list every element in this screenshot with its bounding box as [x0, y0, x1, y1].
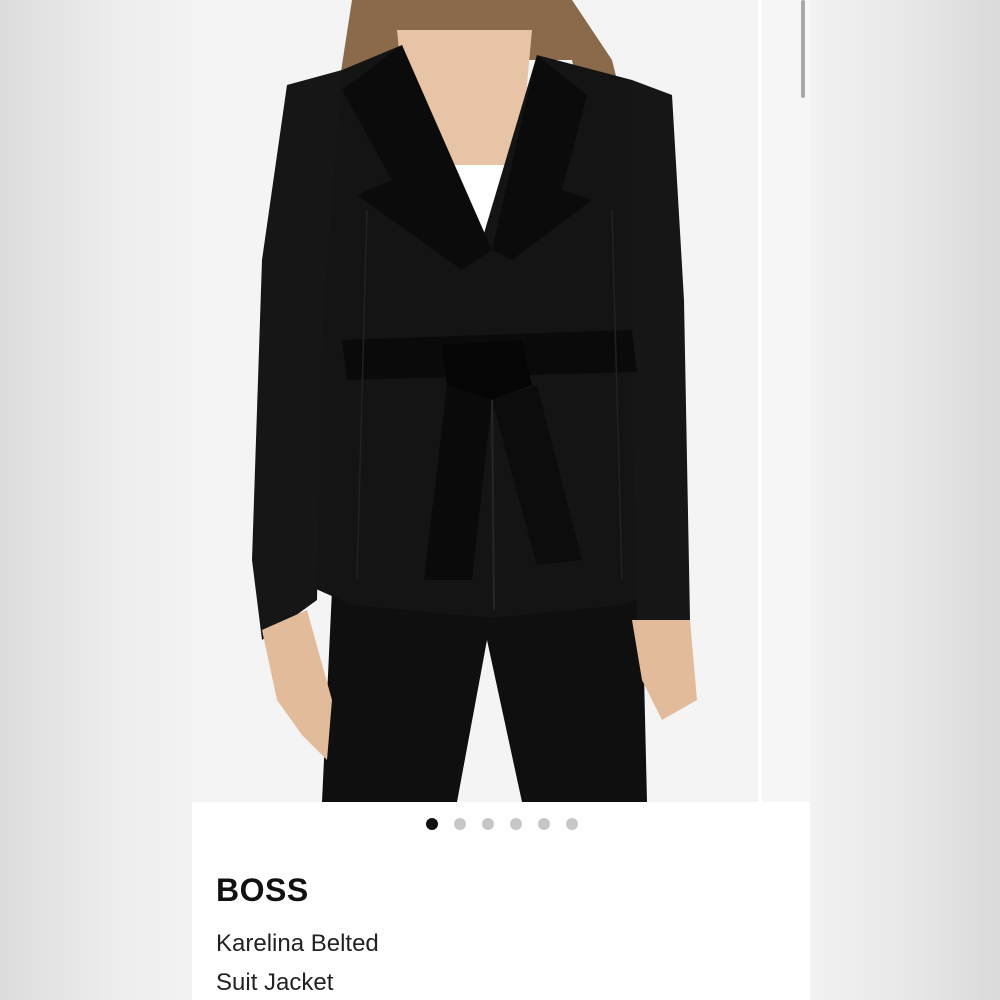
carousel-dot-4[interactable]: [510, 818, 522, 830]
product-title: Karelina Belted Suit Jacket: [216, 924, 596, 1000]
next-image-preview[interactable]: [762, 0, 810, 802]
blurred-background-right: [810, 0, 1000, 1000]
product-title-line-2: Suit Jacket: [216, 969, 334, 996]
product-screen: BOSS Karelina Belted Suit Jacket: [192, 0, 810, 1000]
carousel-dot-3[interactable]: [482, 818, 494, 830]
carousel-dot-1[interactable]: [426, 818, 438, 830]
product-photo[interactable]: [192, 0, 758, 802]
image-carousel-indicator: [192, 816, 810, 832]
product-title-line-1: Karelina Belted: [216, 930, 379, 957]
carousel-dot-2[interactable]: [454, 818, 466, 830]
blurred-background-left: [0, 0, 192, 1000]
brand-name[interactable]: BOSS: [216, 872, 309, 909]
carousel-dot-6[interactable]: [566, 818, 578, 830]
scrollbar-thumb[interactable]: [801, 0, 805, 98]
carousel-dot-5[interactable]: [538, 818, 550, 830]
